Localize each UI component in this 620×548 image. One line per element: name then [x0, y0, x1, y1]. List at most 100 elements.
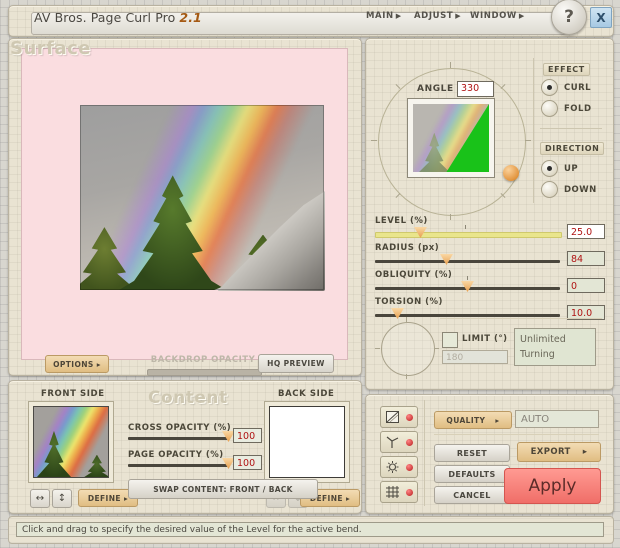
slider-obliquity: OBLIQUITY (%) 0	[375, 270, 605, 298]
front-side-thumbnail[interactable]	[28, 401, 114, 483]
export-button[interactable]: EXPORT ▸	[517, 442, 601, 462]
toggle-axis-preview[interactable]	[380, 431, 418, 453]
menu-item-adjust[interactable]: ADJUST ▶	[414, 11, 461, 21]
front-flip-horizontal-icon[interactable]: ↔	[30, 489, 50, 508]
radio-dot	[547, 166, 552, 171]
slider-page-opacity: PAGE OPACITY (%) 100	[128, 450, 308, 470]
menu-item-main[interactable]: MAIN ▶	[366, 11, 402, 21]
quality-label: QUALITY	[446, 415, 486, 425]
dial-tick-right	[525, 140, 531, 141]
led-indicator	[406, 413, 413, 421]
toggle-page-curl-preview[interactable]	[380, 406, 418, 428]
slider-radius-label: RADIUS (px)	[375, 243, 440, 253]
slider-level-value[interactable]: 25.0	[567, 224, 605, 239]
page-curl-icon	[386, 411, 399, 423]
angle-dial-knob[interactable]	[503, 165, 519, 181]
reset-button[interactable]: RESET	[434, 444, 510, 462]
export-label: EXPORT	[530, 447, 571, 457]
plugin-window: AV Bros. Page Curl Pro 2.1 MAIN ▶ ADJUST ▶…	[0, 0, 620, 548]
backdrop-opacity-label: BACKDROP OPACITY	[150, 355, 256, 365]
toggle-grid-preview[interactable]	[380, 481, 418, 503]
hq-preview-button[interactable]: HQ PREVIEW	[258, 354, 334, 373]
radio-effect-fold[interactable]: FOLD	[541, 100, 592, 117]
limit-checkbox[interactable]	[442, 332, 458, 348]
slider-level-track[interactable]	[375, 232, 562, 238]
rotation-tick-top	[406, 317, 407, 322]
slider-obliquity-tick	[467, 276, 468, 280]
action-divider	[434, 434, 599, 435]
slider-obliquity-label: OBLIQUITY (%)	[375, 270, 453, 280]
rotation-dial[interactable]	[381, 322, 435, 376]
page-opacity-track[interactable]	[128, 464, 228, 467]
radio-effect-curl-label: CURL	[564, 82, 592, 93]
cross-opacity-label: CROSS OPACITY (%)	[128, 423, 232, 433]
slider-radius: RADIUS (px) 84	[375, 243, 605, 271]
rotation-tick-left	[375, 348, 380, 349]
dial-tick-left	[371, 140, 377, 141]
surface-panel-title: Surface	[10, 38, 92, 59]
chevron-right-icon: ▸	[582, 447, 588, 457]
led-indicator	[406, 488, 413, 496]
led-indicator	[406, 463, 413, 471]
defaults-button[interactable]: DEFAULTS	[434, 465, 510, 483]
curled-page[interactable]	[80, 105, 325, 291]
slider-radius-value[interactable]: 84	[567, 251, 605, 266]
swap-content-button[interactable]: SWAP CONTENT: FRONT / BACK	[128, 479, 318, 499]
preview-panel	[8, 38, 362, 376]
radio-effect-fold-label: FOLD	[564, 103, 592, 114]
radio-icon	[541, 79, 558, 96]
preview-canvas[interactable]	[21, 48, 348, 360]
slider-torsion-label: TORSION (%)	[375, 297, 443, 307]
cancel-button[interactable]: CANCEL	[434, 486, 510, 504]
slider-level: LEVEL (%) 25.0	[375, 216, 605, 244]
slider-level-label: LEVEL (%)	[375, 216, 428, 226]
slider-torsion-track[interactable]	[375, 314, 560, 317]
limit-input[interactable]: 180	[442, 350, 508, 364]
radio-direction-down[interactable]: DOWN	[541, 181, 597, 198]
slider-radius-track[interactable]	[375, 260, 560, 263]
radio-icon	[541, 160, 558, 177]
quality-button[interactable]: QUALITY ▸	[434, 411, 512, 429]
backdrop-opacity-slider	[147, 369, 262, 376]
app-name: AV Bros. Page Curl Pro	[34, 10, 176, 25]
slider-obliquity-value[interactable]: 0	[567, 278, 605, 293]
help-button[interactable]: ?	[551, 0, 587, 35]
cross-opacity-track[interactable]	[128, 437, 228, 440]
chevron-right-icon: ▸	[495, 415, 500, 425]
menu-window-label: WINDOW	[470, 11, 517, 21]
chevron-right-icon: ▶	[518, 12, 525, 20]
surface-thumbnail[interactable]	[407, 98, 495, 178]
slider-level-tick	[465, 225, 466, 229]
light-icon	[386, 461, 399, 473]
radio-effect-curl[interactable]: CURL	[541, 79, 591, 96]
angle-label: ANGLE	[417, 84, 454, 94]
angle-input[interactable]: 330	[457, 81, 494, 97]
radio-direction-up[interactable]: UP	[541, 160, 578, 177]
action-panel-divider	[424, 400, 425, 506]
page-opacity-value[interactable]: 100	[233, 455, 262, 470]
menu-item-window[interactable]: WINDOW ▶	[470, 11, 525, 21]
menu-adjust-label: ADJUST	[414, 11, 454, 21]
front-side-image	[33, 406, 109, 478]
options-button[interactable]: OPTIONS ▸	[45, 355, 109, 373]
led-indicator	[406, 438, 413, 446]
status-message: Click and drag to specify the desired va…	[16, 522, 604, 537]
page-opacity-label: PAGE OPACITY (%)	[128, 450, 224, 460]
front-side-label: FRONT SIDE	[41, 389, 105, 399]
cross-opacity-value[interactable]: 100	[233, 428, 262, 443]
toggle-light-preview[interactable]	[380, 456, 418, 478]
rotation-tick-right	[434, 348, 439, 349]
effect-group-label: EFFECT	[543, 63, 590, 76]
apply-button[interactable]: Apply	[504, 468, 601, 504]
direction-group-label: DIRECTION	[540, 142, 605, 155]
front-flip-vertical-icon[interactable]: ↕	[52, 489, 72, 508]
radio-direction-up-label: UP	[564, 163, 579, 174]
back-side-label: BACK SIDE	[278, 389, 335, 399]
close-button[interactable]: X	[590, 7, 612, 28]
grid-icon	[386, 486, 399, 498]
limit-label: LIMIT (°)	[462, 334, 508, 344]
radio-icon	[541, 181, 558, 198]
content-panel-title: Content	[148, 388, 228, 408]
radio-group-divider	[540, 128, 602, 129]
slider-cross-opacity: CROSS OPACITY (%) 100	[128, 423, 308, 443]
